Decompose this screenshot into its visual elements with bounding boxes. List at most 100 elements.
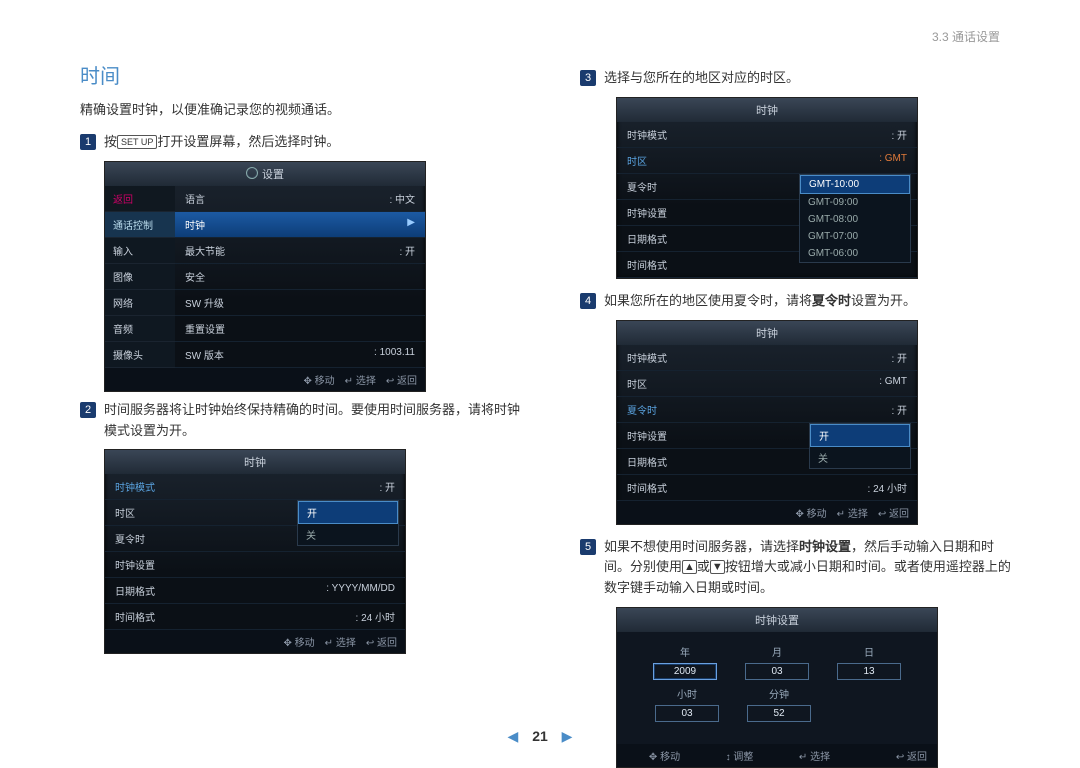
osd-row-label: 时钟设置 bbox=[627, 205, 667, 220]
osd-side-item[interactable]: 摄像头 bbox=[105, 342, 175, 368]
osd-row-label: 安全 bbox=[185, 269, 205, 284]
osd-side-item[interactable]: 音频 bbox=[105, 316, 175, 342]
osd-row-selected[interactable]: 时钟▶ bbox=[175, 212, 425, 238]
osd-row-label: SW 升级 bbox=[185, 295, 224, 310]
osd-side-item[interactable]: 网络 bbox=[105, 290, 175, 316]
step-1-post: 打开设置屏幕，然后选择时钟。 bbox=[157, 134, 339, 149]
osd-row-label: 最大节能 bbox=[185, 243, 225, 258]
dropdown-item[interactable]: 关 bbox=[810, 447, 910, 468]
osd-row-value: : 开 bbox=[399, 243, 415, 258]
dropdown-item[interactable]: GMT-08:00 bbox=[800, 211, 910, 228]
osd-row-value: : YYYY/MM/DD bbox=[326, 583, 395, 598]
osd-row-label: SW 版本 bbox=[185, 347, 224, 362]
dropdown[interactable]: 开 关 bbox=[809, 423, 911, 469]
step-2: 2 时间服务器将让时钟始终保持精确的时间。要使用时间服务器，请将时钟模式设置为开… bbox=[80, 400, 520, 442]
clockset-header: 日 bbox=[837, 644, 901, 663]
osd-row-label: 时钟模式 bbox=[115, 479, 155, 494]
osd4-title: 时钟 bbox=[756, 328, 778, 340]
step-number: 3 bbox=[580, 70, 596, 86]
gear-icon bbox=[246, 167, 258, 179]
osd-footer: ✥ 移动↵ 选择↩ 返回 bbox=[105, 368, 425, 391]
step-4-pre: 如果您所在的地区使用夏令时，请将 bbox=[604, 293, 812, 308]
step-4: 4 如果您所在的地区使用夏令时，请将夏令时设置为开。 bbox=[580, 291, 1020, 312]
day-field[interactable]: 13 bbox=[837, 663, 901, 680]
dropdown-item[interactable]: GMT-10:00 bbox=[800, 175, 910, 194]
up-key-icon: ▲ bbox=[682, 560, 697, 574]
step-2-text: 时间服务器将让时钟始终保持精确的时间。要使用时间服务器，请将时钟模式设置为开。 bbox=[104, 400, 520, 442]
osd1-title: 设置 bbox=[262, 169, 284, 181]
clockset-title: 时钟设置 bbox=[617, 608, 937, 632]
osd-footer: ✥ 移动↵ 选择↩ 返回 bbox=[617, 501, 917, 524]
chevron-right-icon: ▶ bbox=[407, 217, 415, 232]
step-4-post: 设置为开。 bbox=[851, 293, 916, 308]
osd-row-value: : 开 bbox=[891, 402, 907, 417]
osd-row-value: : 中文 bbox=[389, 191, 415, 206]
step-5-mid2: 或 bbox=[697, 559, 710, 574]
dropdown[interactable]: GMT-10:00 GMT-09:00 GMT-08:00 GMT-07:00 … bbox=[799, 174, 911, 263]
clockset-header: 月 bbox=[745, 644, 809, 663]
step-number: 4 bbox=[580, 293, 596, 309]
osd-side-item[interactable]: 图像 bbox=[105, 264, 175, 290]
osd-row-label: 时钟模式 bbox=[627, 127, 667, 142]
dropdown-item[interactable]: 开 bbox=[810, 424, 910, 447]
next-page-icon[interactable]: ▶ bbox=[562, 728, 573, 744]
osd-row-value: : 24 小时 bbox=[868, 480, 907, 495]
clockset-header: 小时 bbox=[655, 686, 719, 705]
osd-row-label: 时间格式 bbox=[627, 257, 667, 272]
clockset-footer: ✥ 移动 ↕ 调整 ↵ 选择 ↩ 返回 bbox=[617, 744, 937, 767]
clockset-header: 年 bbox=[653, 644, 717, 663]
osd2-title: 时钟 bbox=[244, 457, 266, 469]
hour-field[interactable]: 03 bbox=[655, 705, 719, 722]
month-field[interactable]: 03 bbox=[745, 663, 809, 680]
osd-row-value: : 1003.11 bbox=[374, 347, 415, 362]
osd-row-label: 夏令时 bbox=[115, 531, 145, 546]
osd-row-label: 时区 bbox=[115, 505, 135, 520]
step-1: 1 按SET UP打开设置屏幕，然后选择时钟。 bbox=[80, 132, 520, 153]
left-column: 时间 精确设置时钟，以便准确记录您的视频通话。 1 按SET UP打开设置屏幕，… bbox=[80, 20, 520, 768]
osd-row-label: 日期格式 bbox=[627, 231, 667, 246]
osd-row-label: 重置设置 bbox=[185, 321, 225, 336]
osd-row-value: : 24 小时 bbox=[356, 609, 395, 624]
osd-row-value: : 开 bbox=[379, 479, 395, 494]
page-navigation: ◀ 21 ▶ bbox=[0, 728, 1080, 745]
osd-side-back[interactable]: 返回 bbox=[105, 186, 175, 212]
setup-key: SET UP bbox=[117, 135, 157, 149]
intro-text: 精确设置时钟，以便准确记录您的视频通话。 bbox=[80, 99, 520, 118]
dropdown-item[interactable]: 开 bbox=[298, 501, 398, 524]
osd-row-label: 日期格式 bbox=[115, 583, 155, 598]
step-number: 5 bbox=[580, 539, 596, 555]
dropdown-item[interactable]: GMT-06:00 bbox=[800, 245, 910, 262]
dropdown-item[interactable]: GMT-09:00 bbox=[800, 194, 910, 211]
osd-row-value: : 开 bbox=[891, 127, 907, 142]
clockset-header: 分钟 bbox=[747, 686, 811, 705]
osd-row-label: 时钟模式 bbox=[627, 350, 667, 365]
step-5-bold: 时钟设置 bbox=[799, 539, 851, 554]
osd-footer: ✥ 移动↵ 选择↩ 返回 bbox=[105, 630, 405, 653]
osd-settings: 设置 返回 通话控制 输入 图像 网络 音频 摄像头 语言 : 中文 时钟▶ 最大… bbox=[104, 161, 426, 392]
osd-side-item[interactable]: 输入 bbox=[105, 238, 175, 264]
step-4-bold: 夏令时 bbox=[812, 293, 851, 308]
osd-row-label: 日期格式 bbox=[627, 454, 667, 469]
step-1-pre: 按 bbox=[104, 134, 117, 149]
year-field[interactable]: 2009 bbox=[653, 663, 717, 680]
osd-row-label: 时钟设置 bbox=[627, 428, 667, 443]
step-3-text: 选择与您所在的地区对应的时区。 bbox=[604, 68, 1020, 89]
osd-side-item[interactable]: 通话控制 bbox=[105, 212, 175, 238]
minute-field[interactable]: 52 bbox=[747, 705, 811, 722]
osd-row-label: 时区 bbox=[627, 376, 647, 391]
step-number: 1 bbox=[80, 134, 96, 150]
dropdown-item[interactable]: 关 bbox=[298, 524, 398, 545]
page-content: 时间 精确设置时钟，以便准确记录您的视频通话。 1 按SET UP打开设置屏幕，… bbox=[0, 0, 1080, 768]
osd-row-label: 夏令时 bbox=[627, 402, 657, 417]
osd-timezone: 时钟 时钟模式: 开 时区: GMT 夏令时 GMT-10:00 GMT-09:… bbox=[616, 97, 918, 279]
osd-row-label: 语言 bbox=[185, 191, 205, 206]
osd-row-label: 夏令时 bbox=[627, 179, 657, 194]
osd-clock-mode: 时钟 时钟模式: 开 时区 开 关 夏令时 时钟设置 日期格式: YYYY/MM… bbox=[104, 449, 406, 654]
page-number: 21 bbox=[532, 728, 548, 744]
dropdown-item[interactable]: GMT-07:00 bbox=[800, 228, 910, 245]
osd-row-value: : GMT bbox=[879, 376, 907, 391]
dropdown[interactable]: 开 关 bbox=[297, 500, 399, 546]
osd-row-label: 时间格式 bbox=[115, 609, 155, 624]
prev-page-icon[interactable]: ◀ bbox=[508, 728, 519, 744]
step-5-pre: 如果不想使用时间服务器，请选择 bbox=[604, 539, 799, 554]
